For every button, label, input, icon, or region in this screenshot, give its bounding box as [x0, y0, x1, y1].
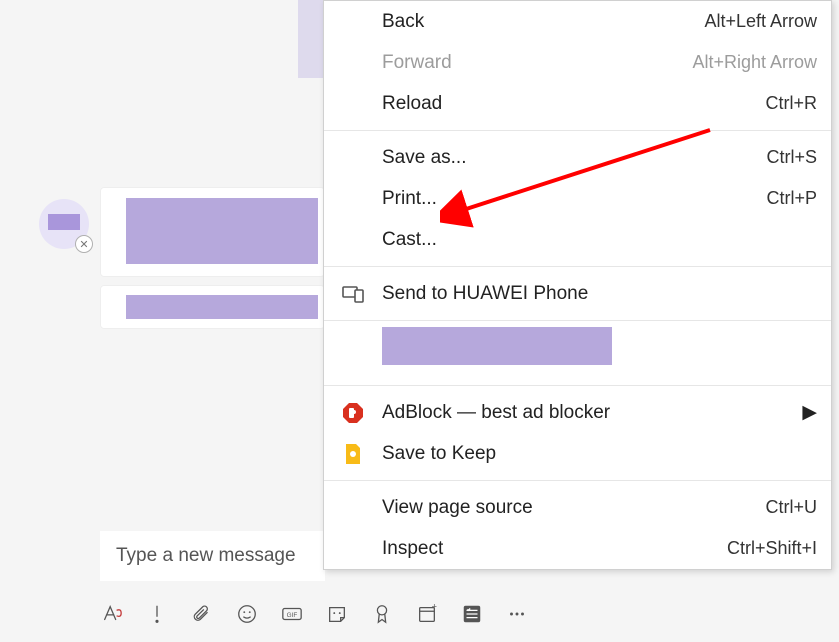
ctx-inspect[interactable]: Inspect Ctrl+Shift+I	[324, 528, 831, 569]
gif-icon[interactable]: GIF	[280, 602, 304, 626]
ctx-shortcut: Ctrl+Shift+I	[727, 538, 817, 559]
keep-icon	[340, 441, 366, 467]
context-menu: Back Alt+Left Arrow Forward Alt+Right Ar…	[323, 0, 832, 570]
tasks-icon[interactable]	[460, 602, 484, 626]
ctx-separator	[324, 130, 831, 131]
ctx-label: Send to HUAWEI Phone	[382, 283, 817, 305]
devices-icon	[340, 281, 366, 307]
chevron-right-icon: ▶	[802, 401, 817, 424]
ctx-label: Back	[382, 11, 704, 33]
adblock-icon	[340, 400, 366, 426]
ctx-label: AdBlock — best ad blocker	[382, 402, 817, 424]
more-icon[interactable]	[505, 602, 529, 626]
attach-icon[interactable]	[190, 602, 214, 626]
compose-input[interactable]	[116, 545, 309, 567]
ctx-separator	[324, 320, 831, 321]
ctx-label: Reload	[382, 93, 765, 115]
ctx-shortcut: Alt+Left Arrow	[704, 11, 817, 32]
ctx-label: Forward	[382, 52, 692, 74]
ctx-label: Cast...	[382, 229, 817, 251]
avatar[interactable]: ✕	[39, 199, 89, 249]
ctx-back[interactable]: Back Alt+Left Arrow	[324, 1, 831, 42]
ctx-label: Save as...	[382, 147, 766, 169]
ctx-shortcut: Ctrl+U	[765, 497, 817, 518]
compose-toolbar: GIF +	[100, 595, 529, 633]
ctx-separator	[324, 266, 831, 267]
ctx-print[interactable]: Print... Ctrl+P	[324, 178, 831, 219]
ctx-shortcut: Ctrl+R	[765, 93, 817, 114]
message-bubble[interactable]	[100, 285, 325, 329]
ctx-separator	[324, 480, 831, 481]
ctx-redaction	[382, 327, 612, 365]
chat-pane: ✕ GIF +	[0, 0, 320, 642]
avatar-redaction	[48, 214, 80, 230]
compose-box[interactable]	[100, 531, 325, 581]
ctx-label: Save to Keep	[382, 443, 817, 465]
ctx-label: Print...	[382, 188, 766, 210]
ctx-separator	[324, 385, 831, 386]
ctx-label: Inspect	[382, 538, 727, 560]
ctx-shortcut: Ctrl+S	[766, 147, 817, 168]
format-icon[interactable]	[100, 602, 124, 626]
praise-icon[interactable]	[370, 602, 394, 626]
emoji-icon[interactable]	[235, 602, 259, 626]
ctx-save-to-keep[interactable]: Save to Keep	[324, 433, 831, 474]
sticker-icon[interactable]	[325, 602, 349, 626]
presence-unknown-icon: ✕	[75, 235, 93, 253]
schedule-send-icon[interactable]: +	[415, 602, 439, 626]
ctx-redacted-item[interactable]	[324, 327, 831, 379]
ctx-send-to-phone[interactable]: Send to HUAWEI Phone	[324, 273, 831, 314]
ctx-shortcut: Ctrl+P	[766, 188, 817, 209]
svg-text:+: +	[432, 603, 437, 611]
ctx-reload[interactable]: Reload Ctrl+R	[324, 83, 831, 124]
message-redaction	[126, 295, 318, 319]
ctx-adblock[interactable]: AdBlock — best ad blocker ▶	[324, 392, 831, 433]
ctx-forward: Forward Alt+Right Arrow	[324, 42, 831, 83]
selection-highlight	[298, 0, 325, 78]
svg-text:GIF: GIF	[287, 612, 298, 619]
ctx-label: View page source	[382, 497, 765, 519]
ctx-save-as[interactable]: Save as... Ctrl+S	[324, 137, 831, 178]
message-bubble[interactable]	[100, 187, 325, 277]
message-redaction	[126, 198, 318, 264]
ctx-shortcut: Alt+Right Arrow	[692, 52, 817, 73]
priority-icon[interactable]	[145, 602, 169, 626]
ctx-view-source[interactable]: View page source Ctrl+U	[324, 487, 831, 528]
ctx-cast[interactable]: Cast...	[324, 219, 831, 260]
